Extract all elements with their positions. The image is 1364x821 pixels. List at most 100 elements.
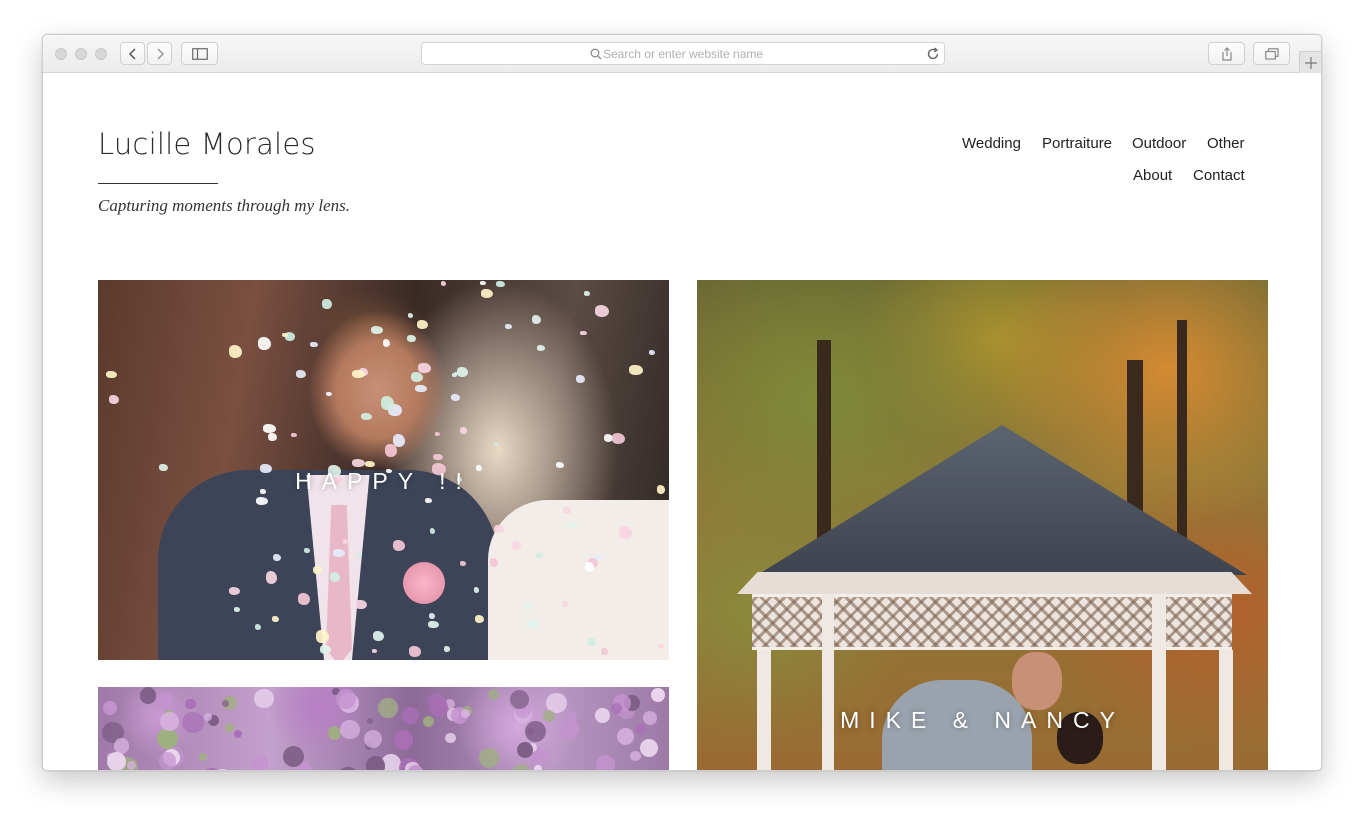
nav-link-wedding[interactable]: Wedding — [962, 135, 1021, 152]
nav-link-portraiture[interactable]: Portraiture — [1042, 135, 1112, 152]
confetti-piece — [440, 281, 446, 286]
confetti-piece — [310, 341, 318, 348]
sidebar-button[interactable] — [181, 42, 218, 65]
photo-tree-trunk — [1177, 320, 1187, 540]
tabs-icon — [1264, 47, 1279, 60]
blossom — [234, 730, 243, 739]
title-divider — [98, 183, 218, 184]
confetti-piece — [258, 337, 272, 350]
nav-link-outdoor[interactable]: Outdoor — [1132, 135, 1186, 152]
confetti-piece — [612, 433, 626, 444]
blossom — [224, 722, 235, 733]
confetti-piece — [322, 298, 333, 310]
blossom — [422, 715, 435, 728]
confetti-piece — [588, 638, 596, 647]
photo-bride-dress — [488, 500, 669, 660]
confetti-piece — [536, 345, 545, 351]
confetti-piece — [262, 423, 277, 434]
new-tab-button[interactable] — [1299, 51, 1321, 73]
confetti-piece — [352, 458, 366, 468]
blossom — [393, 730, 414, 750]
confetti-piece — [393, 540, 405, 551]
blossom — [139, 687, 157, 704]
blossom — [640, 738, 659, 758]
confetti-piece — [407, 313, 414, 319]
confetti-piece — [459, 426, 467, 434]
zoom-window-icon[interactable] — [95, 48, 107, 60]
browser-toolbar — [43, 35, 1321, 73]
blossom — [642, 710, 657, 726]
confetti-piece — [494, 443, 500, 447]
confetti-piece — [316, 630, 330, 643]
confetti-piece — [583, 290, 591, 297]
blossom — [214, 769, 231, 770]
confetti-piece — [255, 496, 268, 505]
blossom — [487, 688, 500, 701]
confetti-piece — [450, 394, 460, 401]
confetti-piece — [444, 646, 450, 652]
confetti-piece — [601, 648, 608, 655]
confetti-piece — [228, 344, 243, 358]
reload-icon[interactable] — [926, 47, 940, 61]
tile-caption-mike-nancy: MIKE & NANCY — [840, 707, 1125, 733]
photo-tree-trunk — [817, 340, 831, 540]
address-input[interactable] — [422, 43, 944, 64]
confetti-piece — [373, 631, 385, 641]
blossom — [160, 712, 180, 732]
confetti-piece — [312, 565, 323, 574]
confetti-piece — [360, 412, 372, 421]
blossom — [127, 760, 137, 770]
confetti-piece — [428, 620, 439, 628]
blossom — [363, 729, 383, 749]
share-button[interactable] — [1208, 42, 1245, 65]
confetti-piece — [382, 338, 391, 347]
minimize-window-icon[interactable] — [75, 48, 87, 60]
confetti-piece — [561, 601, 568, 608]
address-bar[interactable] — [421, 42, 945, 65]
confetti-piece — [512, 541, 521, 551]
tile-caption-happy: HAPPY !! — [295, 468, 472, 494]
blossom — [509, 690, 529, 709]
confetti-piece — [296, 370, 306, 378]
blossom — [595, 754, 616, 770]
back-button[interactable] — [120, 42, 145, 65]
confetti-piece — [496, 281, 505, 288]
confetti-piece — [352, 370, 366, 379]
blossom — [534, 764, 542, 770]
nav-link-other[interactable]: Other — [1207, 135, 1245, 152]
confetti-piece — [326, 392, 332, 397]
nav-link-contact[interactable]: Contact — [1193, 167, 1245, 184]
confetti-piece — [268, 432, 278, 442]
blossom — [157, 692, 173, 708]
blossom — [182, 711, 204, 733]
tabs-overview-button[interactable] — [1253, 42, 1290, 65]
confetti-piece — [418, 362, 432, 373]
photo-boutonniere — [403, 562, 445, 604]
confetti-piece — [380, 396, 395, 411]
blossom — [651, 688, 666, 703]
blossom — [254, 688, 274, 709]
confetti-piece — [649, 349, 656, 355]
sidebar-icon — [191, 47, 208, 60]
forward-button[interactable] — [147, 42, 172, 65]
confetti-piece — [532, 315, 542, 325]
gallery-tile-mike-nancy[interactable]: MIKE & NANCY — [697, 280, 1268, 770]
site-title[interactable]: Lucille Morales — [98, 127, 316, 161]
blossom — [378, 698, 398, 718]
blossom — [630, 750, 641, 762]
gallery-tile-happy[interactable]: HAPPY !! — [98, 280, 669, 660]
nav-link-about[interactable]: About — [1133, 167, 1172, 184]
confetti-piece — [576, 374, 586, 383]
back-arrow-icon — [128, 47, 136, 60]
close-window-icon[interactable] — [55, 48, 67, 60]
confetti-piece — [371, 649, 377, 653]
gallery-tile-flowers[interactable] — [98, 687, 669, 770]
blossom — [525, 720, 547, 742]
photo-gazebo-post — [822, 594, 834, 770]
confetti-piece — [319, 644, 331, 654]
confetti-piece — [433, 453, 443, 460]
blossom — [340, 719, 361, 740]
confetti-piece — [417, 320, 429, 330]
confetti-piece — [504, 324, 512, 330]
confetti-piece — [434, 432, 441, 437]
